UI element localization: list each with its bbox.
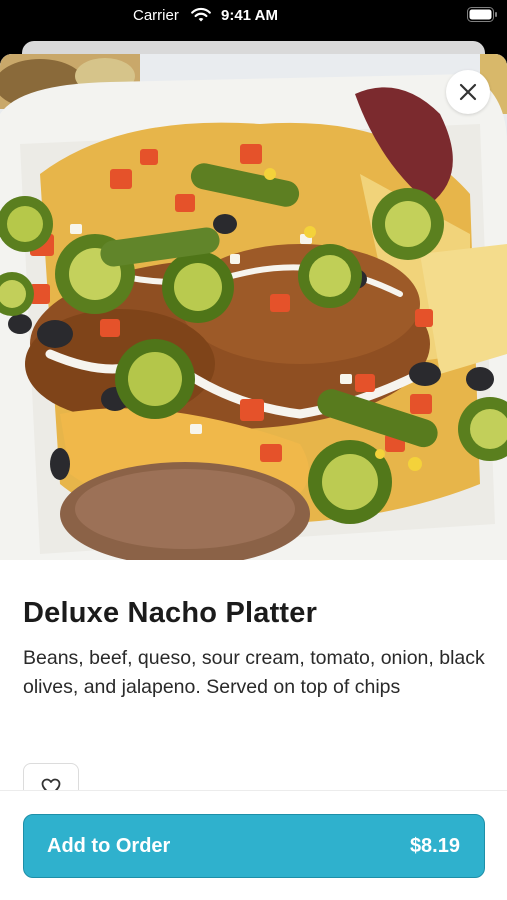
wifi-icon xyxy=(191,7,211,22)
status-bar: Carrier 9:41 AM xyxy=(0,0,507,32)
close-button[interactable] xyxy=(446,70,490,114)
order-bar: Add to Order $8.19 xyxy=(0,790,507,900)
item-detail-sheet: Deluxe Nacho Platter Beans, beef, queso,… xyxy=(0,54,507,900)
clock: 9:41 AM xyxy=(221,7,278,24)
item-photo xyxy=(0,54,507,560)
item-title: Deluxe Nacho Platter xyxy=(23,597,318,629)
nacho-platter-photo xyxy=(0,54,507,560)
item-description: Beans, beef, queso, sour cream, tomato, … xyxy=(23,647,485,698)
carrier-label: Carrier xyxy=(133,7,179,24)
item-price: $8.19 xyxy=(409,835,460,857)
close-icon xyxy=(459,83,477,101)
battery-icon xyxy=(467,7,497,22)
add-to-order-label: Add to Order xyxy=(47,835,171,857)
add-to-order-button[interactable]: Add to Order $8.19 xyxy=(23,814,485,878)
